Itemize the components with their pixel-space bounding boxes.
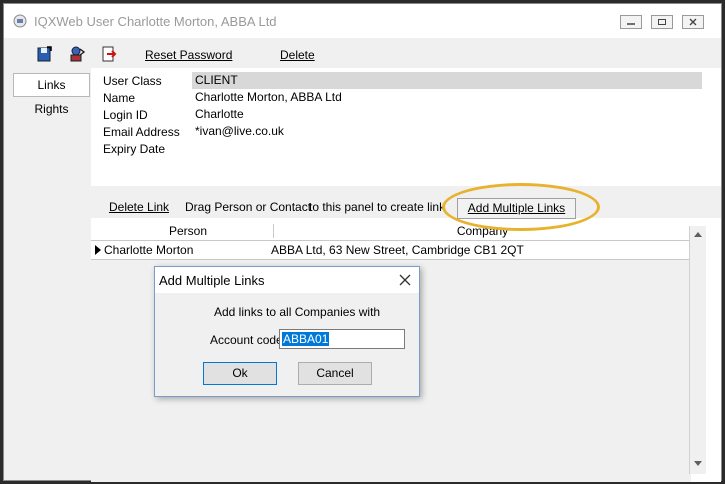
account-code-input[interactable]: ABBA01 (279, 329, 405, 349)
dialog-title-bar: Add Multiple Links (155, 267, 419, 293)
save-record-icon[interactable] (36, 45, 54, 63)
row-pointer-icon (95, 245, 101, 255)
close-icon (689, 18, 697, 26)
delete-link-button[interactable]: Delete Link (109, 200, 169, 214)
login-id-value[interactable]: Charlotte (192, 106, 702, 123)
detail-label: Expiry Date (103, 142, 166, 156)
user-link-icon[interactable] (68, 45, 86, 63)
tab-rights[interactable]: Rights (13, 98, 90, 122)
detail-row-user-class: User Class CLIENT (91, 72, 702, 89)
column-header-person[interactable]: Person (103, 224, 274, 238)
app-icon (13, 14, 27, 28)
minimize-button[interactable] (620, 15, 642, 29)
email-value[interactable]: *ivan@live.co.uk (192, 123, 702, 140)
cell-company: ABBA Ltd, 63 New Street, Cambridge CB1 2… (271, 243, 524, 257)
restore-button[interactable] (651, 15, 673, 29)
window-title: IQXWeb User Charlotte Morton, ABBA Ltd (34, 14, 277, 29)
detail-label: Name (103, 91, 136, 105)
link-toolbar: Delete Link Drag Person or Contact to th… (91, 198, 721, 219)
detail-row-expiry: Expiry Date (91, 140, 691, 157)
title-bar: IQXWeb User Charlotte Morton, ABBA Ltd (4, 4, 721, 38)
account-code-label: Account code (210, 333, 283, 347)
highlight-annotation (442, 183, 600, 231)
restore-icon (658, 19, 666, 25)
close-icon[interactable] (397, 272, 413, 288)
ok-button[interactable]: Ok (203, 362, 277, 385)
grid-scrollbar[interactable] (689, 226, 706, 474)
user-class-value: CLIENT (192, 72, 702, 89)
delete-link[interactable]: Delete (280, 48, 315, 62)
dialog-message: Add links to all Companies with (214, 305, 381, 319)
scroll-down-icon[interactable] (694, 461, 702, 466)
dialog-title: Add Multiple Links (159, 273, 265, 288)
tab-links[interactable]: Links (13, 73, 90, 97)
table-row[interactable]: Charlotte Morton ABBA Ltd, 63 New Street… (91, 241, 691, 260)
expiry-date-value[interactable] (192, 140, 702, 157)
detail-label: User Class (103, 74, 162, 88)
detail-label: Login ID (103, 108, 148, 122)
account-code-value: ABBA01 (282, 332, 330, 346)
user-window: IQXWeb User Charlotte Morton, ABBA Ltd R… (3, 3, 722, 482)
grid-header: Person Company (91, 222, 691, 241)
scroll-up-icon[interactable] (694, 232, 702, 237)
detail-row-name: Name Charlotte Morton, ABBA Ltd (91, 89, 691, 106)
cancel-button[interactable]: Cancel (298, 362, 372, 385)
drag-instruction-suffix: to this panel to create link (309, 200, 446, 214)
close-button[interactable] (682, 15, 704, 29)
exit-icon[interactable] (100, 45, 118, 63)
add-multiple-links-dialog: Add Multiple Links Add links to all Comp… (154, 266, 420, 397)
reset-password-link[interactable]: Reset Password (145, 48, 232, 62)
detail-label: Email Address (103, 125, 180, 139)
detail-row-email: Email Address *ivan@live.co.uk (91, 123, 691, 140)
name-value[interactable]: Charlotte Morton, ABBA Ltd (192, 89, 702, 106)
detail-row-login-id: Login ID Charlotte (91, 106, 691, 123)
cell-person: Charlotte Morton (104, 243, 194, 257)
drag-instruction: Drag Person or Contact (185, 200, 312, 214)
toolbar: Reset Password Delete (4, 38, 721, 68)
minimize-icon (627, 23, 635, 25)
